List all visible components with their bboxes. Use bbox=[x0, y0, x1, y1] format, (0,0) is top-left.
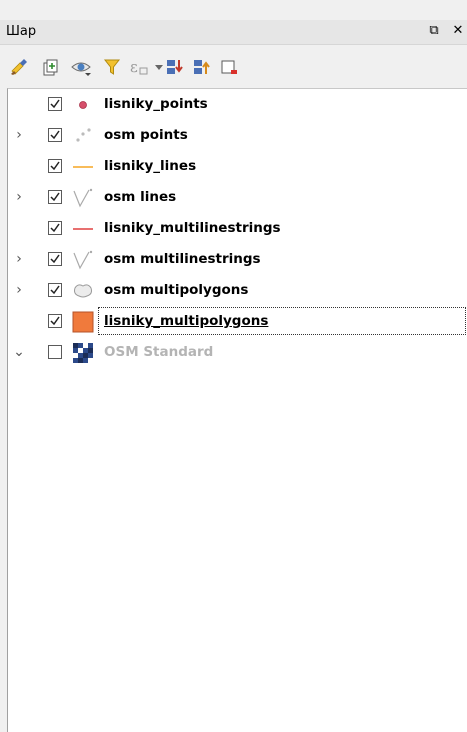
layer-visibility-checkbox[interactable] bbox=[48, 97, 62, 111]
layer-name[interactable]: lisniky_multilinestrings bbox=[104, 220, 281, 236]
expand-arrow-icon[interactable]: › bbox=[12, 189, 26, 205]
layer-row-osm-multilinestrings[interactable]: › osm multilinestrings bbox=[8, 244, 467, 275]
svg-text:ε: ε bbox=[130, 58, 138, 76]
layer-row-lisniky-multilinestrings[interactable]: lisniky_multilinestrings bbox=[8, 213, 467, 244]
layer-row-osm-standard[interactable]: ⌄ OSM Standard bbox=[8, 337, 467, 368]
expander[interactable] bbox=[12, 158, 26, 174]
collapse-all-icon[interactable] bbox=[191, 56, 213, 78]
layer-row-osm-multipolygons[interactable]: › osm multipolygons bbox=[8, 275, 467, 306]
layer-visibility-checkbox[interactable] bbox=[48, 159, 62, 173]
filter-funnel-icon[interactable] bbox=[101, 56, 123, 78]
layer-name[interactable]: OSM Standard bbox=[104, 344, 213, 360]
layer-row-lisniky-lines[interactable]: lisniky_lines bbox=[8, 151, 467, 182]
polygon-symbol-icon bbox=[72, 311, 94, 333]
panel-title: Шар bbox=[6, 24, 37, 39]
layer-row-lisniky-multipolygons[interactable]: lisniky_multipolygons bbox=[8, 306, 467, 337]
layer-row-lisniky-points[interactable]: lisniky_points bbox=[8, 89, 467, 120]
layer-name[interactable]: lisniky_points bbox=[104, 96, 208, 112]
layer-name[interactable]: osm multilinestrings bbox=[104, 251, 261, 267]
layer-visibility-checkbox[interactable] bbox=[48, 190, 62, 204]
points-symbol-icon bbox=[72, 125, 94, 147]
layer-tree: lisniky_points › osm points lisniky_line… bbox=[7, 88, 467, 732]
line-symbol-icon bbox=[72, 218, 94, 240]
expand-arrow-icon[interactable]: › bbox=[12, 251, 26, 267]
layer-name[interactable]: lisniky_lines bbox=[104, 158, 196, 174]
remove-layer-icon[interactable] bbox=[218, 56, 240, 78]
visibility-eye-icon[interactable] bbox=[70, 56, 92, 78]
line-symbol-icon bbox=[72, 156, 94, 178]
layers-toolbar: ε bbox=[0, 46, 467, 88]
close-panel-icon[interactable]: ✕ bbox=[450, 22, 466, 40]
layer-row-osm-lines[interactable]: › osm lines bbox=[8, 182, 467, 213]
expander[interactable] bbox=[12, 313, 26, 329]
layer-visibility-checkbox[interactable] bbox=[48, 221, 62, 235]
float-panel-icon[interactable]: ⧉ bbox=[426, 22, 442, 40]
expression-filter-icon[interactable]: ε bbox=[128, 56, 150, 78]
expand-arrow-icon[interactable]: › bbox=[12, 127, 26, 143]
layer-visibility-checkbox[interactable] bbox=[48, 252, 62, 266]
expand-arrow-icon[interactable]: › bbox=[12, 282, 26, 298]
layer-visibility-checkbox[interactable] bbox=[48, 314, 62, 328]
expand-all-icon[interactable] bbox=[164, 56, 186, 78]
add-group-icon[interactable] bbox=[40, 56, 62, 78]
layer-visibility-checkbox[interactable] bbox=[48, 345, 62, 359]
layer-row-osm-points[interactable]: › osm points bbox=[8, 120, 467, 151]
line-symbol-icon bbox=[72, 187, 94, 209]
layer-visibility-checkbox[interactable] bbox=[48, 283, 62, 297]
point-symbol-icon bbox=[72, 94, 94, 116]
layer-name[interactable]: osm lines bbox=[104, 189, 176, 205]
panel-titlebar: Шар ⧉ ✕ bbox=[0, 20, 467, 45]
layer-name[interactable]: osm points bbox=[104, 127, 188, 143]
raster-symbol-icon bbox=[72, 342, 94, 364]
style-brush-icon[interactable] bbox=[8, 56, 30, 78]
polygon-symbol-icon bbox=[72, 280, 94, 302]
collapse-arrow-icon[interactable]: ⌄ bbox=[12, 344, 26, 360]
expander[interactable] bbox=[12, 220, 26, 236]
window-top-strip bbox=[0, 0, 467, 20]
layer-name[interactable]: osm multipolygons bbox=[104, 282, 248, 298]
layer-visibility-checkbox[interactable] bbox=[48, 128, 62, 142]
expander[interactable] bbox=[12, 96, 26, 112]
layer-name[interactable]: lisniky_multipolygons bbox=[104, 313, 268, 329]
line-symbol-icon bbox=[72, 249, 94, 271]
